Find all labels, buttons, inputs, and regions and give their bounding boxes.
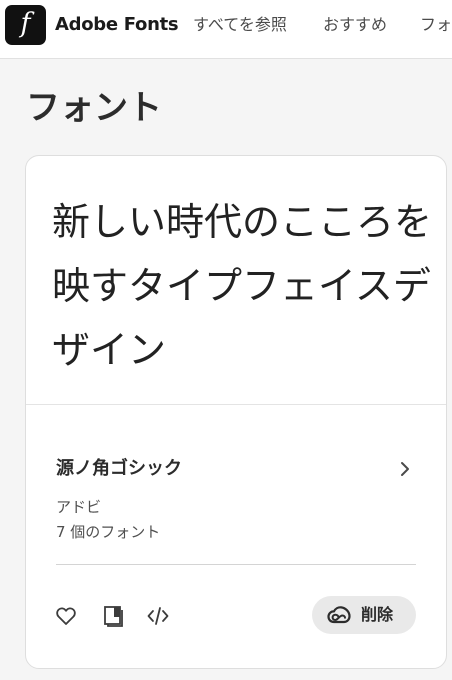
top-bar: f Adobe Fonts すべてを参照 おすすめ フォ bbox=[0, 0, 452, 59]
font-card[interactable]: 新しい時代のこころを映すタイプフェイスデザイン 源ノ角ゴシック アドビ 7 個の… bbox=[25, 155, 447, 669]
book-icon[interactable] bbox=[101, 604, 125, 628]
chevron-right-icon[interactable] bbox=[394, 458, 416, 480]
divider bbox=[56, 564, 416, 565]
creative-cloud-icon bbox=[327, 606, 351, 624]
nav-browse-all[interactable]: すべてを参照 bbox=[193, 14, 287, 36]
code-icon[interactable] bbox=[146, 604, 170, 628]
nav-fonts-truncated[interactable]: フォ bbox=[420, 14, 452, 36]
logo-glyph: f bbox=[20, 8, 31, 39]
brand-name[interactable]: Adobe Fonts bbox=[55, 13, 179, 37]
adobe-fonts-logo[interactable]: f bbox=[5, 5, 46, 45]
foundry-name: アドビ bbox=[56, 498, 102, 516]
page-title: フォント bbox=[26, 88, 162, 128]
font-count: 7 個のフォント bbox=[56, 523, 161, 541]
font-preview[interactable]: 新しい時代のこころを映すタイプフェイスデザイン bbox=[26, 156, 446, 405]
nav-recommended[interactable]: おすすめ bbox=[323, 14, 387, 36]
delete-label: 削除 bbox=[361, 605, 394, 624]
heart-icon[interactable] bbox=[54, 604, 78, 628]
font-family-name[interactable]: 源ノ角ゴシック bbox=[56, 456, 182, 482]
delete-button[interactable]: 削除 bbox=[312, 596, 416, 634]
preview-text: 新しい時代のこころを映すタイプフェイスデザイン bbox=[52, 200, 433, 372]
